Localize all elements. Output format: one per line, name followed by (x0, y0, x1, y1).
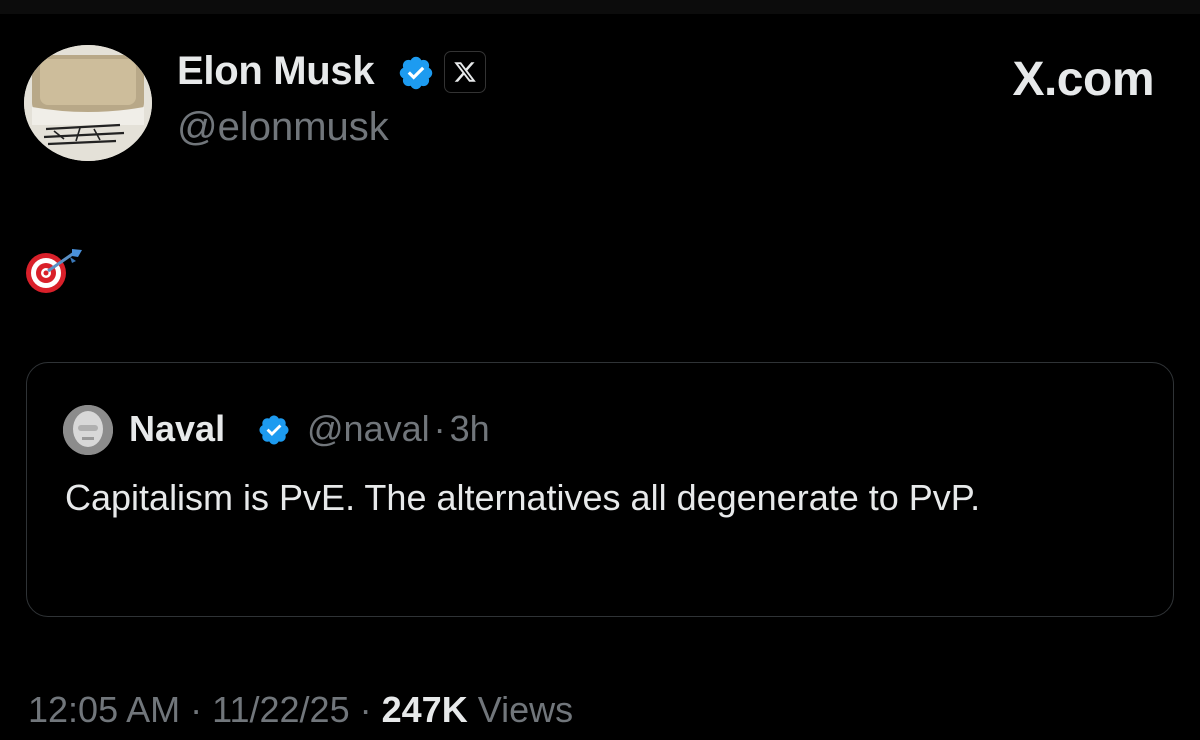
top-status-bar (0, 0, 1200, 14)
quoted-tweet-text: Capitalism is PvE. The alternatives all … (65, 477, 981, 518)
verified-badge-icon (397, 54, 435, 92)
tweet-date[interactable]: 11/22/25 (212, 689, 349, 730)
views-count[interactable]: 247K (382, 689, 468, 730)
x-logo-icon[interactable] (444, 51, 486, 93)
quoted-tweet-card[interactable]: Naval @naval · 3h Capitalism is PvE. The a… (26, 362, 1174, 617)
footer-separator: · (359, 689, 372, 730)
quoted-verified-badge-icon (257, 413, 291, 447)
quoted-meta: @naval · 3h (307, 407, 490, 451)
direct-hit-icon (22, 247, 86, 295)
quoted-timestamp[interactable]: 3h (450, 408, 490, 449)
views-label[interactable]: Views (478, 689, 573, 730)
quoted-author-handle[interactable]: @naval (307, 408, 430, 449)
quoted-author-avatar[interactable] (63, 405, 113, 455)
brand-label: X.com (1012, 53, 1154, 106)
tweet-metadata: 12:05 AM · 11/22/25 · 247K Views (28, 688, 573, 732)
footer-separator: · (190, 689, 203, 730)
quoted-author-name[interactable]: Naval (129, 407, 225, 451)
quoted-meta-separator: · (433, 408, 446, 449)
tweet-time[interactable]: 12:05 AM (28, 689, 180, 730)
author-avatar[interactable] (24, 45, 152, 161)
author-name[interactable]: Elon Musk (177, 47, 375, 95)
author-handle[interactable]: @elonmusk (177, 103, 389, 151)
